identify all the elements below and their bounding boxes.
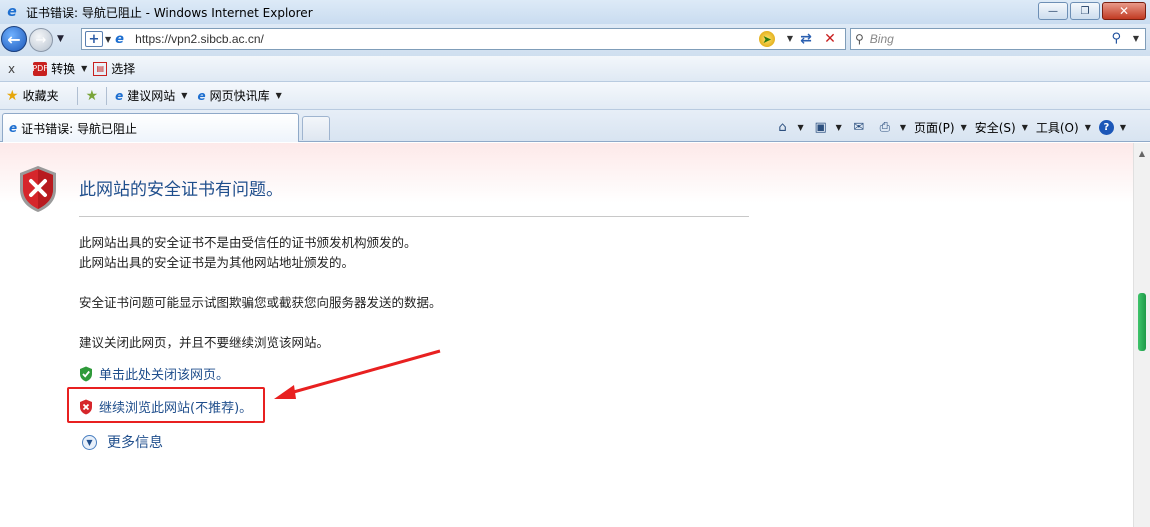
favorites-bar: ★ 收藏夹 ★ e 建议网站 ▼ e 网页快讯库 ▼ (0, 82, 1150, 110)
command-bar: ⌂ ▼ ▣ ▼ ✉ ⎙ ▼ 页面(P) ▼ 安全(S) ▼ 工具(O) ▼ ? … (774, 116, 1126, 138)
ie-page-icon: e (197, 88, 206, 103)
scrollbar-thumb[interactable] (1138, 293, 1146, 351)
forward-arrow-icon: → (35, 32, 47, 48)
add-favorite-icon[interactable]: + (85, 31, 103, 47)
search-placeholder[interactable]: Bing (870, 32, 894, 46)
scroll-up-icon[interactable]: ▲ (1134, 145, 1150, 161)
vertical-scrollbar[interactable]: ▲ (1133, 143, 1150, 527)
close-page-link[interactable]: 单击此处关闭该网页。 (79, 364, 229, 383)
more-information-toggle[interactable]: ▼ 更多信息 (82, 432, 163, 452)
web-slice-gallery-label: 网页快讯库 (209, 89, 270, 103)
new-tab-button[interactable] (302, 116, 330, 140)
suggested-sites-link[interactable]: e 建议网站 ▼ (115, 87, 187, 104)
convert-toolbar: x PDF 转换 ▼ ▤ 选择 (0, 56, 1150, 82)
compatibility-icon[interactable]: ➤ (759, 31, 775, 47)
close-page-link-text[interactable]: 单击此处关闭该网页。 (99, 364, 229, 383)
convert-label: 转换 (51, 62, 76, 76)
divider (79, 216, 749, 217)
chevron-down-icon[interactable]: ▼ (836, 123, 842, 132)
chevron-down-icon[interactable]: ▼ (105, 35, 111, 44)
convert-button[interactable]: PDF 转换 ▼ (32, 60, 87, 77)
history-dropdown-icon[interactable]: ▼ (57, 34, 64, 44)
ie-page-icon: e (115, 88, 124, 103)
pdf-convert-icon: PDF (32, 61, 48, 76)
chevron-down-icon[interactable]: ▼ (81, 64, 87, 73)
favorites-button[interactable]: ★ 收藏夹 (6, 87, 59, 104)
reason-address-mismatch: 此网站出具的安全证书是为其他网站地址颁发的。 (79, 255, 355, 270)
print-button[interactable]: ⎙ ▼ (876, 119, 906, 135)
chevron-down-icon: ▼ (82, 434, 97, 450)
tools-menu-label: 工具(O) (1035, 120, 1079, 135)
reason-untrusted-ca: 此网站出具的安全证书不是由受信任的证书颁发机构颁发的。 (79, 235, 417, 250)
url-text[interactable]: https://vpn2.sibcb.ac.cn/ (135, 32, 264, 46)
address-toolbar: ← → ▼ + ▼ e https://vpn2.sibcb.ac.cn/ ➤ … (0, 24, 1150, 56)
more-info-text[interactable]: 更多信息 (107, 432, 163, 452)
ie-page-icon: e (9, 121, 18, 135)
help-icon: ? (1098, 119, 1114, 135)
read-mail-button[interactable]: ✉ (850, 119, 868, 135)
chevron-down-icon[interactable]: ▼ (1120, 123, 1126, 132)
divider (106, 86, 108, 105)
chevron-down-icon[interactable]: ▼ (787, 34, 793, 43)
chevron-down-icon[interactable]: ▼ (181, 91, 187, 100)
tools-menu[interactable]: 工具(O) ▼ (1036, 119, 1091, 136)
search-provider-icon: ⚲ (855, 32, 864, 46)
page-title: 此网站的安全证书有问题。 (79, 180, 283, 200)
ie-logo-icon: e (7, 4, 17, 20)
error-shield-icon (20, 166, 56, 212)
favorites-label: 收藏夹 (22, 89, 59, 103)
forward-button[interactable]: → (29, 28, 53, 52)
chevron-down-icon[interactable]: ▼ (1085, 123, 1091, 132)
address-bar[interactable]: + ▼ e https://vpn2.sibcb.ac.cn/ ➤ ▼ ⇄ ✕ (81, 28, 846, 50)
select-label: 选择 (111, 62, 136, 76)
chevron-down-icon[interactable]: ▼ (276, 91, 282, 100)
tab-label: 证书错误: 导航已阻止 (21, 121, 137, 136)
add-to-favorites-bar-icon[interactable]: ★ (86, 88, 99, 104)
printer-icon: ⎙ (879, 119, 891, 135)
stop-icon[interactable]: ✕ (821, 30, 839, 48)
refresh-icon[interactable]: ⇄ (797, 30, 815, 48)
select-icon: ▤ (93, 61, 108, 76)
warning-text: 安全证书问题可能显示试图欺骗您或截获您向服务器发送的数据。 (79, 295, 442, 310)
chevron-down-icon[interactable]: ▼ (900, 123, 906, 132)
annotation-arrow (274, 349, 441, 399)
safety-menu-label: 安全(S) (974, 120, 1016, 135)
select-button[interactable]: ▤ 选择 (93, 60, 135, 77)
home-button[interactable]: ⌂ ▼ (774, 119, 804, 135)
back-button[interactable]: ← (1, 26, 27, 52)
restore-button[interactable]: ❐ (1070, 2, 1100, 20)
green-shield-icon (80, 366, 92, 381)
certificate-error-page: 此网站的安全证书有问题。 此网站出具的安全证书不是由受信任的证书颁发机构颁发的。… (0, 143, 1133, 527)
help-menu[interactable]: ? ▼ (1098, 119, 1126, 135)
chevron-down-icon[interactable]: ▼ (961, 123, 967, 132)
window-title: 证书错误: 导航已阻止 - Windows Internet Explorer (26, 5, 313, 20)
chevron-down-icon[interactable]: ▼ (798, 123, 804, 132)
rss-feed-icon: ▣ (814, 119, 827, 135)
tab-certificate-error[interactable]: e 证书错误: 导航已阻止 (2, 113, 299, 142)
divider (76, 86, 78, 105)
chevron-down-icon[interactable]: ▼ (1133, 34, 1139, 43)
home-icon: ⌂ (778, 119, 787, 135)
search-icon[interactable]: ⚲ (1111, 31, 1121, 46)
star-icon: ★ (6, 87, 19, 104)
close-window-button[interactable]: ✕ (1102, 2, 1146, 20)
title-bar: e 证书错误: 导航已阻止 - Windows Internet Explore… (0, 0, 1150, 24)
close-toolbar-button[interactable]: x (8, 62, 15, 76)
page-menu[interactable]: 页面(P) ▼ (914, 119, 967, 136)
feeds-button[interactable]: ▣ ▼ (812, 119, 842, 135)
back-arrow-icon: ← (7, 29, 21, 49)
minimize-button[interactable]: — (1038, 2, 1068, 20)
mail-icon: ✉ (853, 119, 865, 135)
window-controls: — ❐ ✕ (1038, 2, 1146, 20)
tab-bar: e 证书错误: 导航已阻止 ⌂ ▼ ▣ ▼ ✉ ⎙ ▼ 页面(P) ▼ 安全(S… (0, 110, 1150, 142)
suggested-sites-label: 建议网站 (127, 89, 176, 103)
page-menu-label: 页面(P) (913, 120, 955, 135)
chevron-down-icon[interactable]: ▼ (1022, 123, 1028, 132)
page-ie-icon: e (115, 31, 124, 47)
web-slice-gallery-link[interactable]: e 网页快讯库 ▼ (197, 87, 281, 104)
highlight-box (67, 387, 265, 423)
safety-menu[interactable]: 安全(S) ▼ (975, 119, 1028, 136)
search-box[interactable]: ⚲ Bing ⚲ ▼ (850, 28, 1146, 50)
